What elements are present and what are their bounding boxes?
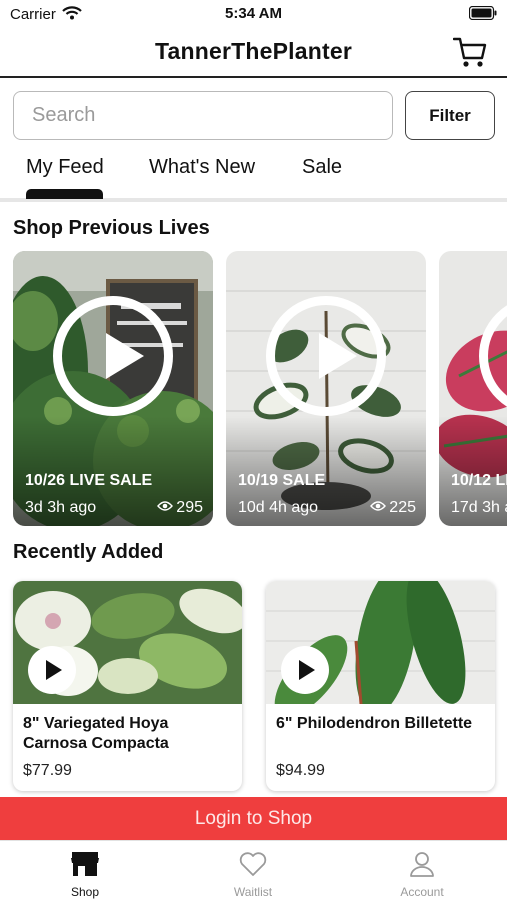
live-card[interactable]: 10/26 LIVE SALE 3d 3h ago 295: [13, 251, 213, 526]
tab-bar-account[interactable]: Account: [367, 851, 477, 899]
active-tab-indicator: [26, 189, 103, 199]
play-icon[interactable]: [281, 646, 329, 694]
search-input[interactable]: [13, 91, 393, 140]
live-views: 225: [370, 499, 416, 517]
product-card[interactable]: 8" Variegated Hoya Carnosa Compacta $77.…: [13, 581, 242, 791]
live-time-ago: 17d 3h ago: [451, 499, 507, 516]
tab-bar-label: Waitlist: [233, 885, 273, 899]
live-title: 10/19 SALE: [238, 472, 326, 489]
tab-bar-label: Shop: [70, 885, 100, 899]
product-name: 8" Variegated Hoya Carnosa Compacta: [23, 715, 169, 752]
view-count: 225: [389, 499, 416, 516]
product-name: 6" Philodendron Billetette: [276, 715, 473, 732]
eye-icon: [157, 499, 174, 517]
tab-bar-shop[interactable]: Shop: [30, 851, 140, 899]
bottom-tab-bar: Shop Waitlist Account: [0, 840, 507, 900]
play-icon[interactable]: [53, 296, 173, 416]
live-title: 10/26 LIVE SALE: [25, 472, 153, 489]
product-price: $77.99: [23, 762, 72, 779]
nav-bar: TannerThePlanter: [0, 28, 507, 78]
section-title-previous-lives: Shop Previous Lives: [13, 217, 210, 239]
filter-button[interactable]: Filter: [405, 91, 495, 140]
tab-my-feed[interactable]: My Feed: [26, 156, 104, 179]
cart-icon[interactable]: [452, 36, 487, 73]
status-time: 5:34 AM: [225, 5, 282, 22]
product-card[interactable]: 6" Philodendron Billetette $94.99: [266, 581, 495, 791]
battery-icon: [468, 5, 497, 25]
tab-bar-waitlist[interactable]: Waitlist: [198, 851, 308, 899]
tab-sale[interactable]: Sale: [302, 156, 342, 179]
play-icon[interactable]: [266, 296, 386, 416]
tab-whats-new[interactable]: What's New: [149, 156, 255, 179]
tab-bar-label: Account: [400, 885, 444, 899]
live-views: 295: [157, 499, 203, 517]
product-price: $94.99: [276, 762, 325, 779]
play-icon[interactable]: [28, 646, 76, 694]
section-title-recently-added: Recently Added: [13, 541, 164, 563]
eye-icon: [370, 499, 387, 517]
login-to-shop-button[interactable]: Login to Shop: [0, 797, 507, 840]
heart-icon: [239, 852, 267, 881]
live-title: 10/12 LIVE SALE: [451, 472, 507, 489]
status-bar: Carrier 5:34 AM: [0, 0, 507, 28]
live-time-ago: 3d 3h ago: [25, 499, 97, 516]
person-icon: [408, 852, 436, 881]
storefront-icon: [70, 852, 100, 881]
app-title: TannerThePlanter: [154, 38, 353, 64]
live-time-ago: 10d 4h ago: [238, 499, 319, 516]
live-card[interactable]: 10/19 SALE 10d 4h ago 225: [226, 251, 426, 526]
live-card[interactable]: 10/12 LIVE SALE 17d 3h ago: [439, 251, 507, 526]
view-count: 295: [176, 499, 203, 516]
